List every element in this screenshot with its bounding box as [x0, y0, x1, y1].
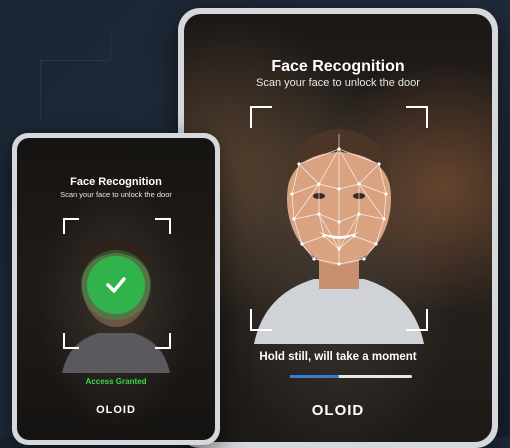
large-tablet: Face Recognition Scan your face to unloc… — [178, 8, 498, 448]
scan-frame-corner — [63, 218, 79, 234]
checkmark-icon — [106, 277, 126, 293]
success-badge — [87, 256, 145, 314]
progress-fill — [290, 375, 339, 378]
scan-frame-corner — [406, 309, 428, 331]
scan-frame-corner — [406, 106, 428, 128]
background-line — [40, 60, 41, 120]
scan-frame-corner — [250, 309, 272, 331]
scan-frame-corner — [250, 106, 272, 128]
status-text: Hold still, will take a moment — [259, 351, 417, 363]
background-line — [110, 30, 111, 60]
scan-frame-corner — [155, 333, 171, 349]
scan-frame-corner — [155, 218, 171, 234]
large-subtitle: Scan your face to unlock the door — [256, 77, 420, 89]
brand-logo: OLOID — [311, 402, 365, 419]
small-subtitle: Scan your face to unlock the door — [60, 190, 172, 199]
access-status: Access Granted — [85, 377, 147, 386]
background-line — [40, 60, 110, 61]
brand-logo: OLOID — [96, 404, 136, 416]
large-tablet-screen: Face Recognition Scan your face to unloc… — [184, 14, 492, 442]
scan-frame-corner — [63, 333, 79, 349]
small-tablet: Face Recognition Scan your face to unloc… — [12, 133, 220, 445]
large-title: Face Recognition — [271, 58, 405, 75]
small-title: Face Recognition — [70, 176, 162, 188]
face-mesh-icon — [244, 104, 434, 344]
progress-bar — [290, 375, 412, 378]
small-tablet-screen: Face Recognition Scan your face to unloc… — [17, 138, 215, 440]
